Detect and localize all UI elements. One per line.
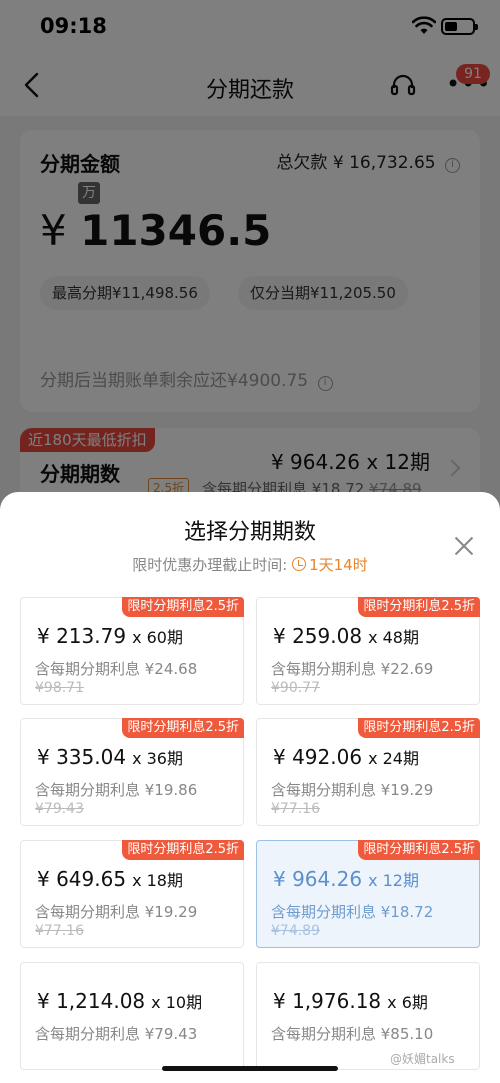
option-amount: ¥ 259.08: [273, 624, 363, 648]
option-price: ¥ 259.08 x 48期: [273, 624, 419, 648]
option-price: ¥ 1,214.08 x 10期: [37, 989, 202, 1013]
option-price: ¥ 1,976.18 x 6期: [273, 989, 428, 1013]
option-interest: 含每期分期利息 ¥18.72: [271, 903, 434, 921]
option-amount: ¥ 1,976.18: [273, 989, 382, 1013]
option-original-interest: ¥98.71: [35, 680, 84, 696]
deadline: 限时优惠办理截止时间: 1天14时: [0, 554, 500, 575]
option-original-interest: ¥77.16: [35, 923, 84, 939]
option-amount: ¥ 1,214.08: [37, 989, 146, 1013]
clock-icon: [292, 557, 307, 571]
option-price: ¥ 335.04 x 36期: [37, 745, 183, 769]
deadline-label: 限时优惠办理截止时间:: [132, 556, 288, 574]
option-amount: ¥ 213.79: [37, 624, 127, 648]
option-term: x 18期: [132, 871, 183, 890]
option-price: ¥ 492.06 x 24期: [273, 745, 419, 769]
discount-tag: 限时分期利息2.5折: [358, 718, 480, 738]
watermark: @妖媚talks: [390, 1052, 455, 1066]
option-amount: ¥ 335.04: [37, 745, 127, 769]
term-option[interactable]: 限时分期利息2.5折 ¥ 213.79 x 60期含每期分期利息 ¥24.68 ¥98…: [20, 597, 244, 705]
discount-tag: 限时分期利息2.5折: [358, 840, 480, 860]
option-interest: 含每期分期利息 ¥19.86: [35, 781, 198, 799]
term-option[interactable]: 限时分期利息2.5折 ¥ 259.08 x 48期含每期分期利息 ¥22.69 ¥90…: [256, 597, 480, 705]
option-price: ¥ 964.26 x 12期: [273, 867, 419, 891]
home-indicator[interactable]: [162, 1066, 338, 1071]
sheet-title: 选择分期期数: [183, 520, 316, 545]
term-option[interactable]: 限时分期利息2.5折 ¥ 335.04 x 36期含每期分期利息 ¥19.86 ¥79…: [20, 718, 244, 826]
option-original-interest: ¥90.77: [271, 680, 320, 696]
option-interest: 含每期分期利息 ¥85.10: [271, 1025, 434, 1043]
option-original-interest: ¥74.89: [271, 923, 320, 939]
term-option[interactable]: 限时分期利息2.5折 ¥ 649.65 x 18期含每期分期利息 ¥19.29 ¥77…: [20, 840, 244, 948]
option-term: x 12期: [368, 871, 419, 890]
close-icon[interactable]: [452, 534, 476, 558]
option-original-interest: ¥77.16: [271, 801, 320, 817]
option-original-interest: ¥79.43: [35, 801, 84, 817]
option-interest: 含每期分期利息 ¥19.29: [35, 903, 198, 921]
term-picker-sheet: 选择分期期数 限时优惠办理截止时间: 1天14时 限时分期利息2.5折 ¥ 213…: [0, 492, 500, 1083]
discount-tag: 限时分期利息2.5折: [122, 718, 244, 738]
option-term: x 48期: [368, 628, 419, 647]
option-interest: 含每期分期利息 ¥22.69: [271, 660, 434, 678]
option-term: x 24期: [368, 749, 419, 768]
option-amount: ¥ 964.26: [273, 867, 363, 891]
term-option[interactable]: 限时分期利息2.5折 ¥ 492.06 x 24期含每期分期利息 ¥19.29 ¥77…: [256, 718, 480, 826]
discount-tag: 限时分期利息2.5折: [122, 597, 244, 617]
countdown-text: 1天14时: [309, 556, 368, 574]
option-interest: 含每期分期利息 ¥19.29: [271, 781, 434, 799]
option-interest: 含每期分期利息 ¥24.68: [35, 660, 198, 678]
term-option[interactable]: 限时分期利息2.5折 ¥ 964.26 x 12期含每期分期利息 ¥18.72 ¥74…: [256, 840, 480, 948]
option-amount: ¥ 649.65: [37, 867, 127, 891]
discount-tag: 限时分期利息2.5折: [122, 840, 244, 860]
option-term: x 60期: [132, 628, 183, 647]
option-interest: 含每期分期利息 ¥79.43: [35, 1025, 198, 1043]
option-term: x 6期: [387, 993, 428, 1012]
discount-tag: 限时分期利息2.5折: [358, 597, 480, 617]
option-price: ¥ 649.65 x 18期: [37, 867, 183, 891]
term-option[interactable]: ¥ 1,214.08 x 10期含每期分期利息 ¥79.43: [20, 962, 244, 1070]
option-amount: ¥ 492.06: [273, 745, 363, 769]
option-price: ¥ 213.79 x 60期: [37, 624, 183, 648]
option-term: x 36期: [132, 749, 183, 768]
option-term: x 10期: [151, 993, 203, 1012]
countdown: 1天14时: [292, 556, 368, 574]
